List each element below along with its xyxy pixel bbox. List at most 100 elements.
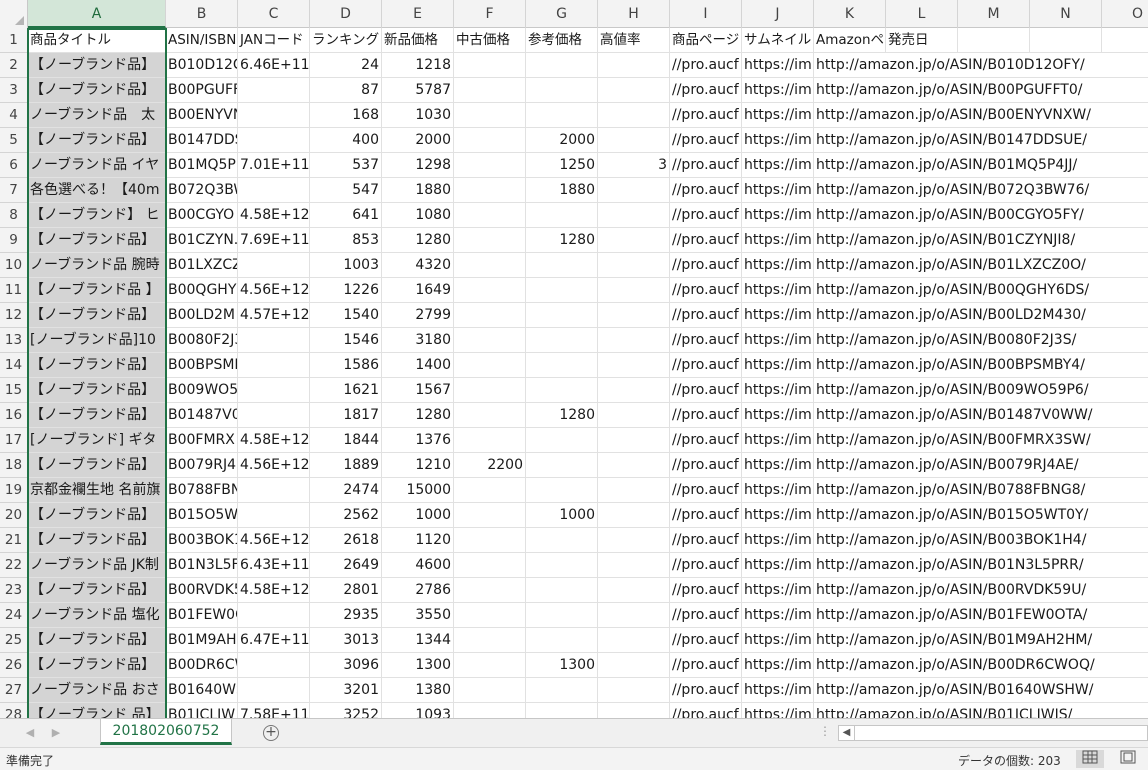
table-cell[interactable]: //pro.aucf xyxy=(670,428,742,453)
table-cell[interactable] xyxy=(598,353,670,378)
table-cell[interactable] xyxy=(454,703,526,718)
table-cell[interactable]: 1030 xyxy=(382,103,454,128)
table-cell[interactable] xyxy=(598,78,670,103)
table-cell[interactable]: 400 xyxy=(310,128,382,153)
table-cell[interactable]: //pro.aucf xyxy=(670,328,742,353)
table-cell[interactable]: B003BOK1 xyxy=(166,528,238,553)
table-cell[interactable]: B01FEW0OTA xyxy=(166,603,238,628)
table-cell[interactable]: 1567 xyxy=(382,378,454,403)
table-cell[interactable] xyxy=(526,253,598,278)
table-cell[interactable] xyxy=(454,478,526,503)
column-header-n[interactable]: N xyxy=(1030,0,1102,28)
table-cell[interactable] xyxy=(454,378,526,403)
table-cell[interactable]: //pro.aucf xyxy=(670,228,742,253)
table-cell[interactable] xyxy=(526,678,598,703)
table-cell[interactable]: B072Q3BW76 xyxy=(166,178,238,203)
column-header-b[interactable]: B xyxy=(166,0,238,28)
table-cell[interactable]: 【ノーブランド品】 xyxy=(28,353,166,378)
header-cell[interactable] xyxy=(1102,28,1148,53)
row-header[interactable]: 12 xyxy=(0,303,28,328)
table-cell[interactable]: 【ノーブランド品】 xyxy=(28,403,166,428)
table-cell[interactable]: 1298 xyxy=(382,153,454,178)
table-cell[interactable] xyxy=(454,328,526,353)
table-cell[interactable]: 4.58E+12 xyxy=(238,578,310,603)
table-cell[interactable]: 【ノーブランド品】 xyxy=(28,78,166,103)
table-cell[interactable] xyxy=(238,128,310,153)
table-cell[interactable]: 1300 xyxy=(526,653,598,678)
table-cell[interactable]: //pro.aucf xyxy=(670,628,742,653)
table-cell[interactable]: 【ノーブランド品】 xyxy=(28,528,166,553)
table-cell[interactable]: 2000 xyxy=(382,128,454,153)
table-cell[interactable]: //pro.aucf xyxy=(670,603,742,628)
row-header[interactable]: 22 xyxy=(0,553,28,578)
table-cell[interactable] xyxy=(598,228,670,253)
table-cell[interactable] xyxy=(454,203,526,228)
table-cell[interactable]: https://im xyxy=(742,103,814,128)
row-header[interactable]: 23 xyxy=(0,578,28,603)
table-cell[interactable]: //pro.aucf xyxy=(670,253,742,278)
table-cell[interactable] xyxy=(526,428,598,453)
table-cell[interactable]: //pro.aucf xyxy=(670,653,742,678)
table-cell[interactable]: http://amazon.jp/o/ASIN/B015O5WT0Y/ xyxy=(814,503,1148,528)
table-cell[interactable] xyxy=(454,78,526,103)
table-cell[interactable]: 15000 xyxy=(382,478,454,503)
row-header[interactable]: 9 xyxy=(0,228,28,253)
table-cell[interactable]: 24 xyxy=(310,53,382,78)
table-cell[interactable]: B00QGHY xyxy=(166,278,238,303)
table-cell[interactable]: 1280 xyxy=(526,228,598,253)
add-sheet-icon[interactable]: + xyxy=(263,725,279,741)
table-cell[interactable] xyxy=(238,78,310,103)
tab-splitter-dots-icon[interactable]: ⋮ xyxy=(819,724,831,738)
table-cell[interactable] xyxy=(454,603,526,628)
table-cell[interactable] xyxy=(598,278,670,303)
table-cell[interactable] xyxy=(526,553,598,578)
table-cell[interactable]: 6.43E+11 xyxy=(238,553,310,578)
table-cell[interactable] xyxy=(598,553,670,578)
table-cell[interactable]: B01ICLIW xyxy=(166,703,238,718)
table-cell[interactable]: http://amazon.jp/o/ASIN/B010D12OFY/ xyxy=(814,53,1148,78)
column-header-e[interactable]: E xyxy=(382,0,454,28)
row-header[interactable]: 26 xyxy=(0,653,28,678)
table-cell[interactable]: //pro.aucf xyxy=(670,378,742,403)
table-cell[interactable]: //pro.aucf xyxy=(670,303,742,328)
table-cell[interactable]: 【ノーブランド品】 xyxy=(28,378,166,403)
table-cell[interactable]: https://im xyxy=(742,353,814,378)
table-cell[interactable] xyxy=(238,403,310,428)
table-cell[interactable]: B01M9AH xyxy=(166,628,238,653)
table-cell[interactable]: B0788FBNG8 xyxy=(166,478,238,503)
table-cell[interactable] xyxy=(526,628,598,653)
table-cell[interactable]: 1344 xyxy=(382,628,454,653)
table-cell[interactable]: 2799 xyxy=(382,303,454,328)
table-cell[interactable] xyxy=(238,103,310,128)
table-cell[interactable]: http://amazon.jp/o/ASIN/B00PGUFFT0/ xyxy=(814,78,1148,103)
row-header[interactable]: 10 xyxy=(0,253,28,278)
table-cell[interactable]: 1844 xyxy=(310,428,382,453)
row-header[interactable]: 2 xyxy=(0,53,28,78)
table-cell[interactable]: 【ノーブランド品】 xyxy=(28,653,166,678)
table-cell[interactable]: http://amazon.jp/o/ASIN/B01CZYNJI8/ xyxy=(814,228,1148,253)
column-header-k[interactable]: K xyxy=(814,0,886,28)
table-cell[interactable] xyxy=(598,503,670,528)
table-cell[interactable]: B01MQ5P xyxy=(166,153,238,178)
table-cell[interactable]: 1400 xyxy=(382,353,454,378)
table-cell[interactable] xyxy=(454,278,526,303)
table-cell[interactable]: https://im xyxy=(742,378,814,403)
table-cell[interactable]: //pro.aucf xyxy=(670,453,742,478)
horizontal-scrollbar[interactable]: ◀ xyxy=(838,725,1148,741)
table-cell[interactable]: B01N3L5F xyxy=(166,553,238,578)
column-header-i[interactable]: I xyxy=(670,0,742,28)
header-cell[interactable]: 新品価格 xyxy=(382,28,454,53)
table-cell[interactable]: https://im xyxy=(742,253,814,278)
header-cell[interactable] xyxy=(1030,28,1102,53)
table-cell[interactable] xyxy=(526,378,598,403)
row-header[interactable]: 16 xyxy=(0,403,28,428)
next-sheet-arrow-icon[interactable]: ▶ xyxy=(48,724,64,742)
header-cell[interactable]: Amazonペ xyxy=(814,28,886,53)
table-cell[interactable]: 4.58E+12 xyxy=(238,203,310,228)
table-cell[interactable]: 1120 xyxy=(382,528,454,553)
table-cell[interactable]: http://amazon.jp/o/ASIN/B00RVDK59U/ xyxy=(814,578,1148,603)
table-cell[interactable] xyxy=(526,78,598,103)
table-cell[interactable] xyxy=(598,603,670,628)
table-cell[interactable]: //pro.aucf xyxy=(670,703,742,718)
table-cell[interactable]: 2562 xyxy=(310,503,382,528)
